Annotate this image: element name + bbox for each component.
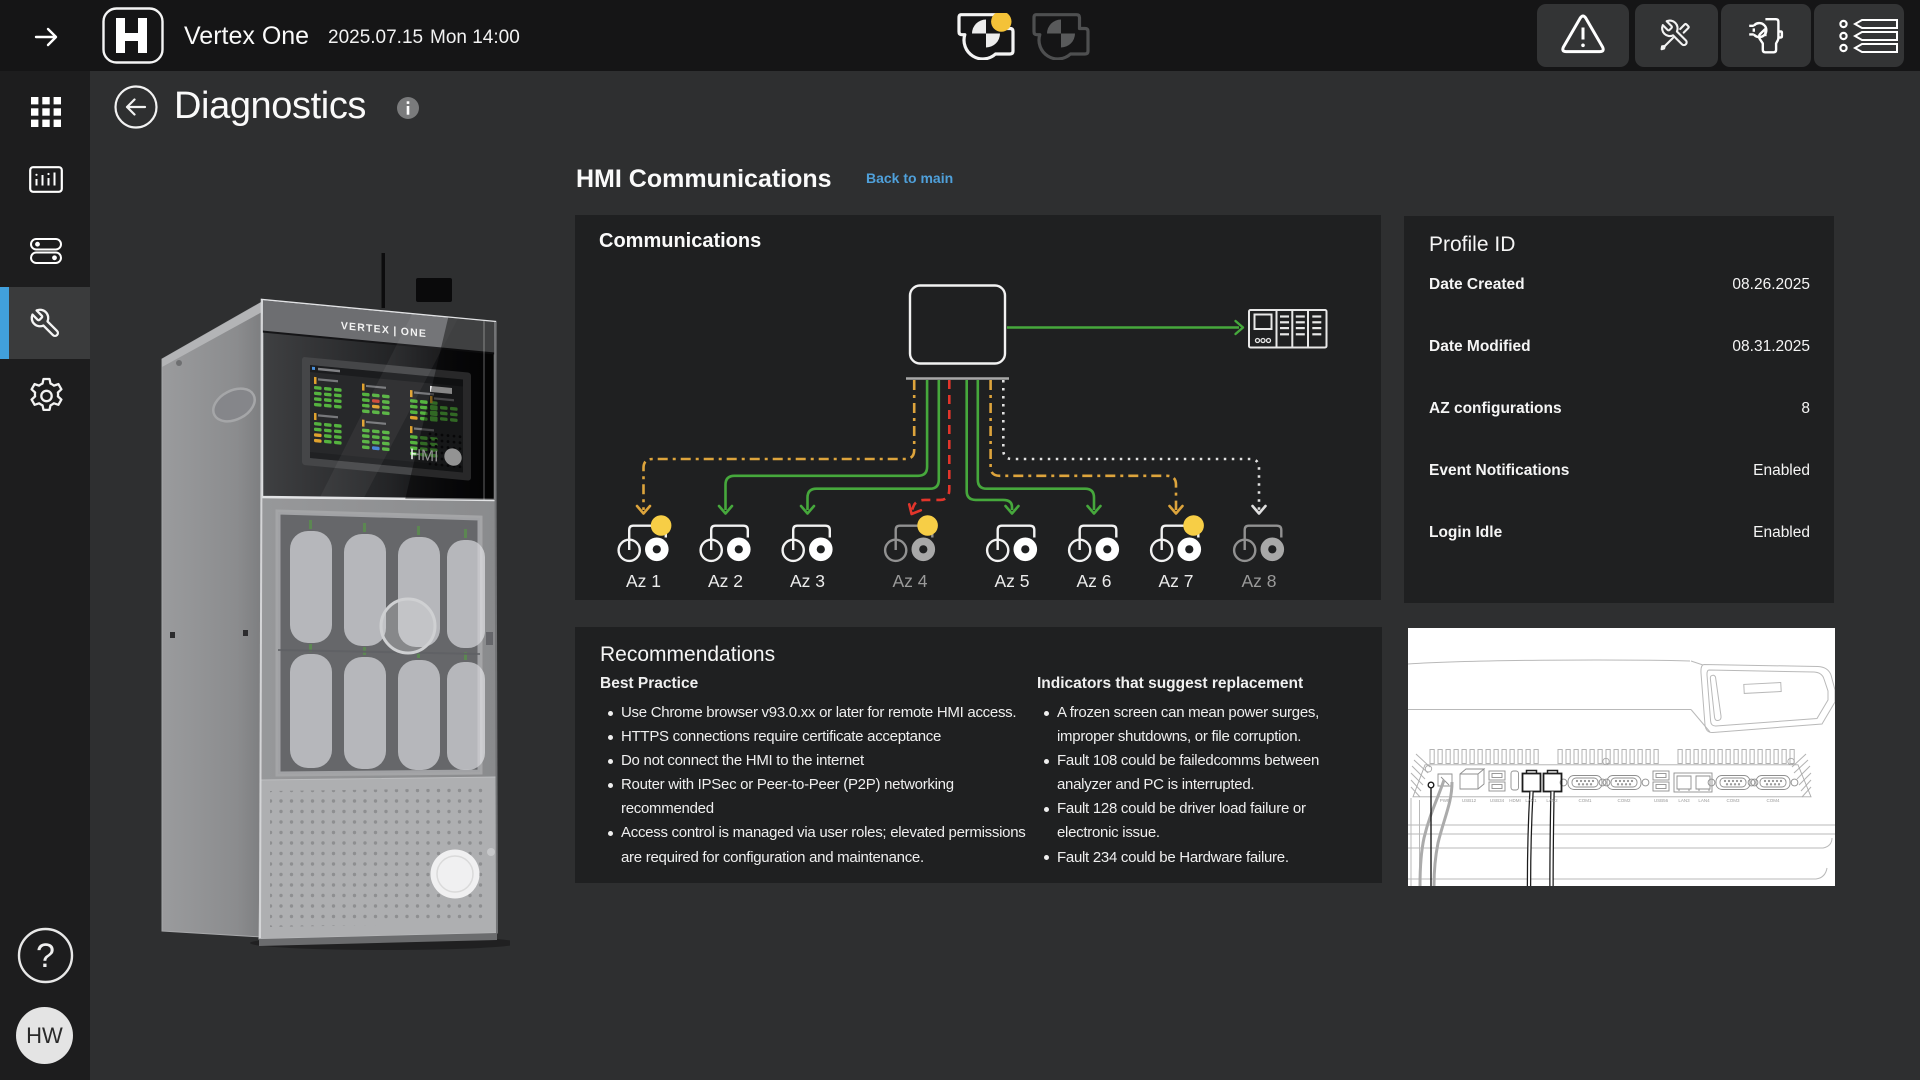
svg-text:USB56: USB56: [1654, 798, 1669, 803]
svg-text:Az 6: Az 6: [1076, 571, 1111, 591]
svg-text:USB34: USB34: [1490, 798, 1505, 803]
svg-text:COM2: COM2: [1617, 798, 1630, 803]
svg-text:COM4: COM4: [1766, 798, 1779, 803]
svg-text:Az 7: Az 7: [1158, 571, 1193, 591]
svg-text:USB12: USB12: [1462, 798, 1477, 803]
svg-text:LAN2: LAN2: [1546, 798, 1558, 803]
svg-text:COM1: COM1: [1578, 798, 1591, 803]
svg-text:PWR: PWR: [1440, 798, 1451, 803]
svg-text:Communications: Communications: [599, 230, 761, 252]
svg-text:Az 8: Az 8: [1241, 571, 1276, 591]
svg-text:Az 4: Az 4: [892, 571, 927, 591]
svg-text:Az 3: Az 3: [790, 571, 825, 591]
svg-text:LAN1: LAN1: [1525, 798, 1537, 803]
svg-text:LAN4: LAN4: [1698, 798, 1710, 803]
svg-text:Az 1: Az 1: [626, 571, 661, 591]
svg-text:Az 5: Az 5: [994, 571, 1029, 591]
svg-text:LAN3: LAN3: [1678, 798, 1690, 803]
svg-text:COM3: COM3: [1726, 798, 1739, 803]
svg-text:HDMI: HDMI: [1509, 798, 1521, 803]
svg-text:?: ?: [36, 937, 55, 975]
svg-text:Az 2: Az 2: [708, 571, 743, 591]
